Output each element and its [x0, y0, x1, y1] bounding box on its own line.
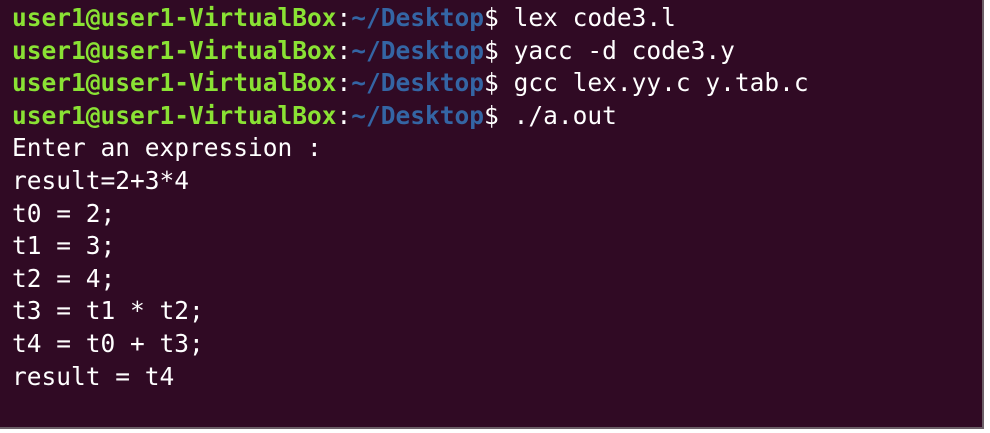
prompt-line-1: user1@user1-VirtualBox:~/Desktop$ lex co…: [12, 2, 982, 35]
prompt-dollar: $: [484, 35, 514, 65]
output-line: t3 = t1 * t2;: [12, 296, 204, 326]
output-line: result=2+3*4: [12, 165, 190, 195]
output-line: Enter an expression :: [12, 133, 322, 163]
prompt-colon: :: [336, 100, 352, 130]
output-line: t2 = 4;: [12, 263, 116, 293]
prompt-user-host: user1@user1-VirtualBox: [12, 68, 337, 98]
command-text: lex code3.l: [513, 3, 676, 32]
command-text: ./a.out: [513, 100, 617, 130]
prompt-path: ~/Desktop: [351, 35, 485, 65]
prompt-user-host: user1@user1-VirtualBox: [12, 35, 337, 65]
prompt-colon: :: [336, 3, 352, 32]
prompt-dollar: $: [484, 68, 514, 98]
output-line: t1 = 3;: [12, 231, 116, 261]
output-line: t0 = 2;: [12, 198, 116, 228]
prompt-user-host: user1@user1-VirtualBox: [12, 3, 337, 32]
prompt-path: ~/Desktop: [351, 68, 485, 98]
prompt-colon: :: [336, 35, 352, 65]
output-line: t4 = t0 + t3;: [12, 328, 204, 358]
prompt-dollar: $: [484, 100, 514, 130]
prompt-path: ~/Desktop: [351, 3, 485, 32]
prompt-colon: :: [336, 68, 352, 98]
prompt-line-2: user1@user1-VirtualBox:~/Desktop$ yacc -…: [12, 35, 982, 68]
prompt-line-4: user1@user1-VirtualBox:~/Desktop$ ./a.ou…: [12, 100, 982, 133]
output-line: result = t4: [12, 361, 175, 391]
terminal-window[interactable]: user1@user1-VirtualBox:~/Desktop$ lex co…: [0, 0, 984, 429]
prompt-dollar: $: [484, 3, 514, 32]
prompt-line-3: user1@user1-VirtualBox:~/Desktop$ gcc le…: [12, 67, 982, 100]
command-text: gcc lex.yy.c y.tab.c: [513, 68, 809, 98]
command-text: yacc -d code3.y: [513, 35, 735, 65]
prompt-path: ~/Desktop: [351, 100, 485, 130]
prompt-user-host: user1@user1-VirtualBox: [12, 100, 337, 130]
